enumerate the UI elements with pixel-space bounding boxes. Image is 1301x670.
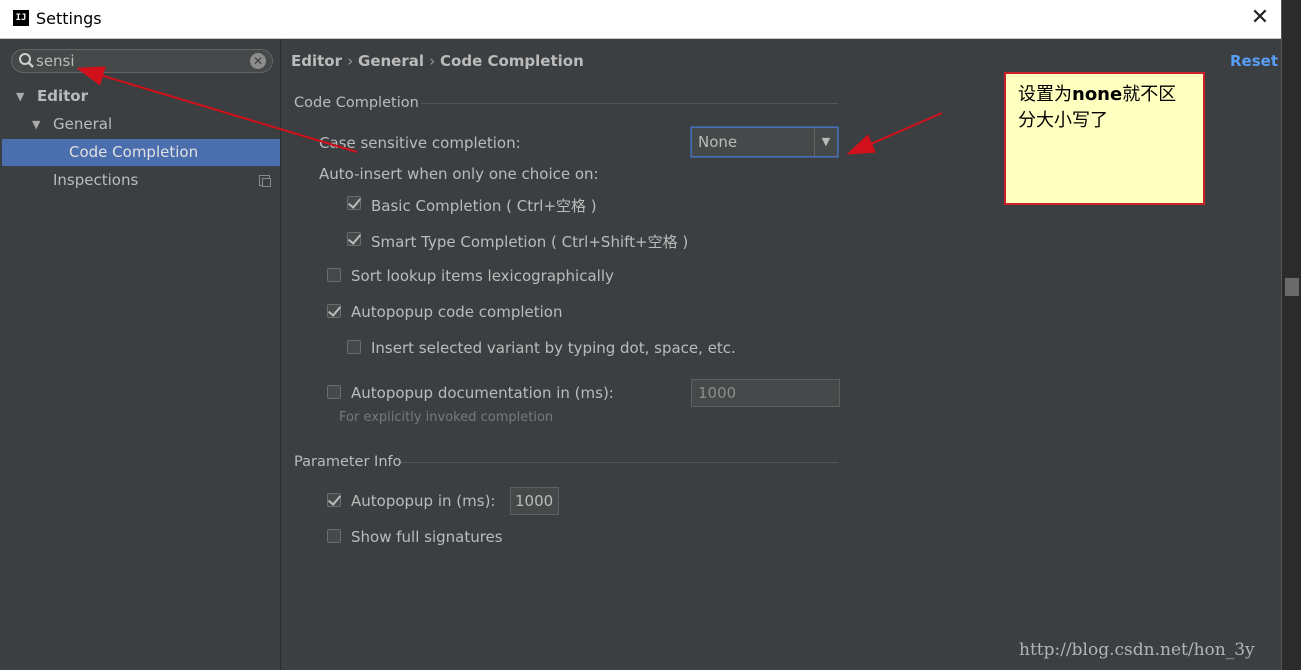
sort-lookup-checkbox[interactable] bbox=[327, 268, 341, 282]
breadcrumb: Editor › General › Code Completion bbox=[291, 52, 584, 70]
tree-label-editor: Editor bbox=[37, 87, 88, 105]
dropdown-arrow-icon[interactable]: ▼ bbox=[814, 128, 837, 156]
parameter-autopopup-delay-input[interactable] bbox=[510, 487, 559, 515]
show-full-signatures-label: Show full signatures bbox=[351, 528, 503, 546]
tree-item-code-completion[interactable]: Code Completion bbox=[2, 139, 280, 166]
autopopup-docs-checkbox[interactable] bbox=[327, 385, 341, 399]
parameter-autopopup-label: Autopopup in (ms): bbox=[351, 492, 496, 510]
annotation-text-before: 设置为 bbox=[1018, 84, 1072, 105]
intellij-logo-icon: IJ bbox=[13, 10, 29, 26]
parameter-autopopup-checkbox[interactable] bbox=[327, 493, 341, 507]
close-button[interactable]: ✕ bbox=[1250, 6, 1270, 30]
explicit-completion-hint: For explicitly invoked completion bbox=[339, 410, 554, 425]
tree-label-code-completion: Code Completion bbox=[69, 143, 199, 161]
breadcrumb-code-completion: Code Completion bbox=[440, 52, 584, 70]
section-title-code-completion: Code Completion bbox=[294, 95, 419, 111]
search-icon bbox=[19, 53, 34, 68]
reset-link[interactable]: Reset bbox=[1230, 52, 1278, 70]
expand-arrow-icon: ▼ bbox=[16, 90, 25, 103]
title-bar: IJ Settings ✕ bbox=[0, 0, 1281, 39]
breadcrumb-separator: › bbox=[347, 52, 359, 70]
case-sensitive-label: Case sensitive completion: bbox=[319, 134, 521, 152]
basic-completion-label: Basic Completion ( Ctrl+空格 ) bbox=[371, 197, 597, 215]
section-divider bbox=[421, 103, 838, 104]
auto-insert-label: Auto-insert when only one choice on: bbox=[319, 165, 599, 183]
clear-search-icon[interactable]: ✕ bbox=[250, 53, 266, 69]
breadcrumb-general: General bbox=[358, 52, 425, 70]
watermark: http://blog.csdn.net/hon_3y bbox=[1019, 640, 1255, 660]
background-editor-strip bbox=[1281, 0, 1301, 670]
case-sensitive-value: None bbox=[698, 133, 738, 151]
case-sensitive-combobox[interactable]: None ▼ bbox=[691, 127, 838, 157]
insert-variant-label: Insert selected variant by typing dot, s… bbox=[371, 339, 736, 357]
search-input[interactable] bbox=[36, 51, 236, 71]
smart-type-completion-label: Smart Type Completion ( Ctrl+Shift+空格 ) bbox=[371, 233, 689, 251]
window-title: Settings bbox=[36, 9, 102, 28]
insert-variant-checkbox[interactable] bbox=[347, 340, 361, 354]
tree-item-general[interactable]: ▼ General bbox=[0, 111, 280, 138]
autopopup-docs-delay-input[interactable] bbox=[691, 379, 840, 407]
breadcrumb-editor: Editor bbox=[291, 52, 342, 70]
tree-item-inspections[interactable]: Inspections bbox=[0, 167, 280, 194]
basic-completion-checkbox[interactable] bbox=[347, 196, 361, 210]
tree-label-inspections: Inspections bbox=[53, 171, 139, 189]
section-title-parameter-info: Parameter Info bbox=[294, 454, 402, 470]
settings-search-box[interactable]: ✕ bbox=[11, 49, 273, 73]
section-divider bbox=[401, 462, 838, 463]
project-settings-icon bbox=[259, 175, 271, 187]
tree-label-general: General bbox=[53, 115, 113, 133]
show-full-signatures-checkbox[interactable] bbox=[327, 529, 341, 543]
breadcrumb-separator: › bbox=[429, 52, 441, 70]
annotation-note: 设置为none就不区分大小写了 bbox=[1004, 72, 1205, 205]
autopopup-docs-label: Autopopup documentation in (ms): bbox=[351, 384, 614, 402]
annotation-text-bold: none bbox=[1072, 84, 1123, 105]
autopopup-code-checkbox[interactable] bbox=[327, 304, 341, 318]
sort-lookup-label: Sort lookup items lexicographically bbox=[351, 267, 614, 285]
settings-sidebar: ✕ ▼ Editor ▼ General Code Completion Ins… bbox=[0, 39, 281, 670]
expand-arrow-icon: ▼ bbox=[32, 118, 41, 131]
autopopup-code-label: Autopopup code completion bbox=[351, 303, 563, 321]
tree-item-editor[interactable]: ▼ Editor bbox=[0, 83, 280, 110]
smart-type-completion-checkbox[interactable] bbox=[347, 232, 361, 246]
